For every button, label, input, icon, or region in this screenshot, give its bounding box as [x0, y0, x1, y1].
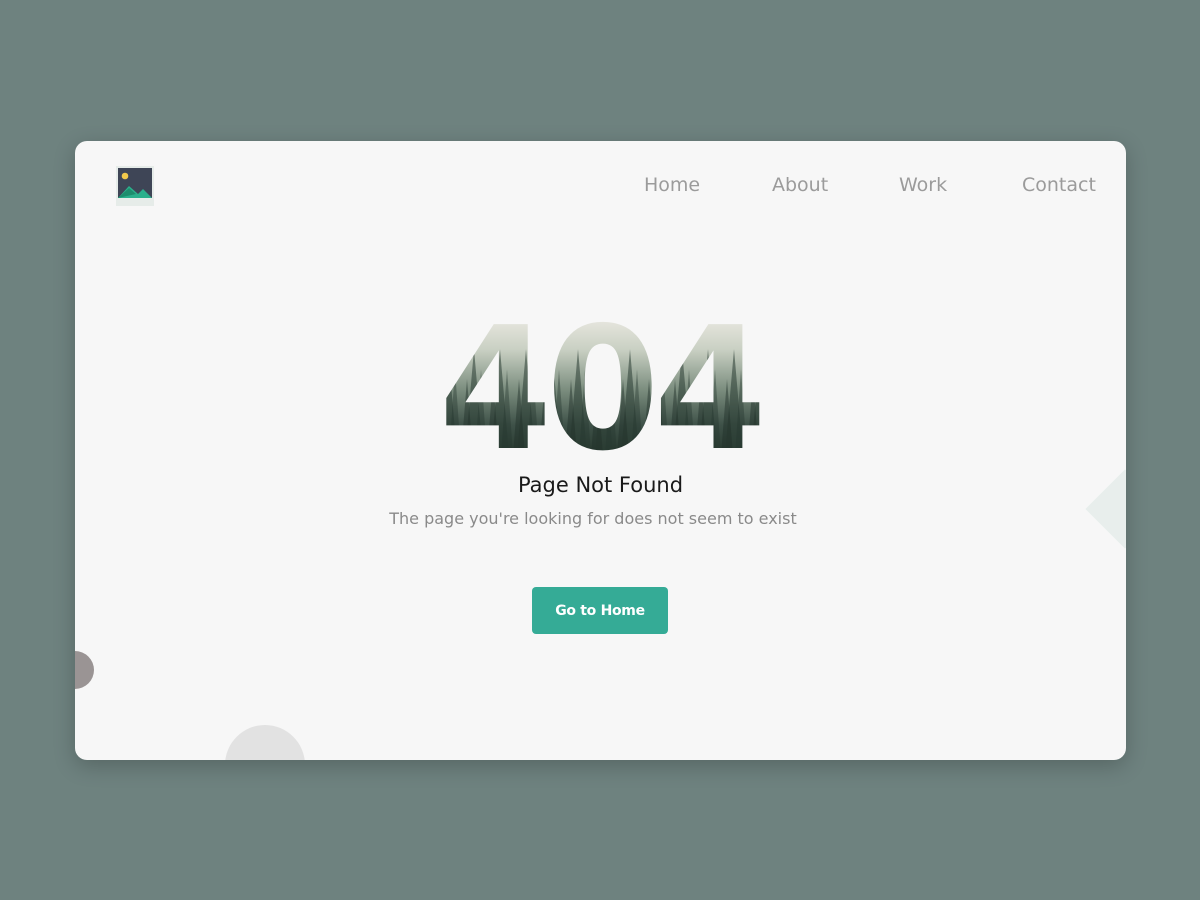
nav-home[interactable]: Home: [644, 174, 700, 196]
image-placeholder-icon: [116, 166, 154, 206]
logo[interactable]: [116, 166, 154, 206]
error-card: Home About Work Contact 404: [75, 141, 1126, 760]
nav-work[interactable]: Work: [899, 174, 947, 196]
page-title: Page Not Found: [517, 473, 684, 497]
go-home-button[interactable]: Go to Home: [532, 587, 668, 634]
decorative-circle-left: [75, 651, 94, 689]
error-code-graphic: 404: [439, 309, 761, 454]
decorative-circle-bottom: [225, 725, 305, 760]
page-subtitle: The page you're looking for does not see…: [389, 509, 797, 528]
nav-contact[interactable]: Contact: [1022, 174, 1096, 196]
nav-about[interactable]: About: [772, 174, 828, 196]
